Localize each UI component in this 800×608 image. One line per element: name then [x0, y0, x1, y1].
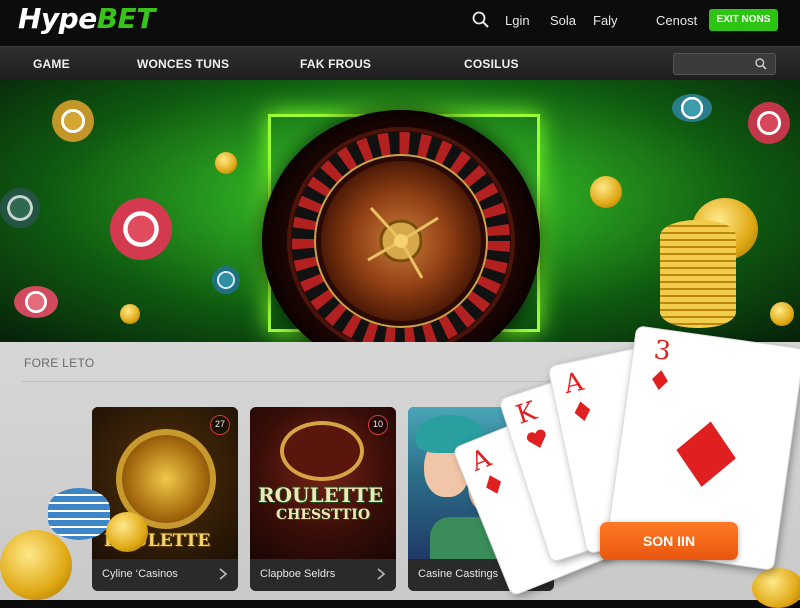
- coin-icon: [752, 568, 800, 608]
- chip-icon: [14, 286, 58, 318]
- sign-in-button[interactable]: SON IIN: [600, 522, 738, 560]
- chevron-right-icon[interactable]: [376, 568, 386, 580]
- chip-icon: [212, 266, 240, 294]
- tab-cosilus[interactable]: COSILUS: [464, 57, 519, 71]
- game-card-footer: Cyline ‘Casinos: [92, 559, 238, 591]
- exit-nons-button[interactable]: EXIT NONS: [709, 9, 778, 31]
- chip-icon: [0, 180, 48, 236]
- diamond-suit-icon: [486, 475, 501, 494]
- nav-link-faly[interactable]: Faly: [593, 13, 618, 28]
- coin-icon: [106, 512, 148, 552]
- chip-icon: [748, 102, 790, 144]
- category-nav: GAME WONCES TUNS FAK FROUS COSILUS: [0, 46, 800, 80]
- game-card-label: Cyline ‘Casinos: [102, 568, 178, 580]
- card-rank: K: [512, 396, 541, 431]
- diamond-suit-icon: [652, 370, 668, 390]
- coin-icon: [770, 302, 794, 326]
- section-title: FORE LETO: [24, 356, 95, 370]
- coin-icon: [590, 176, 622, 208]
- diamond-suit-icon: [574, 401, 591, 422]
- heart-suit-icon: [526, 429, 546, 448]
- hero-banner[interactable]: [0, 80, 800, 342]
- tab-game[interactable]: GAME: [33, 57, 70, 71]
- card-rank: A: [561, 366, 587, 401]
- game-card-label: Casine Castings: [418, 568, 499, 580]
- tab-wonces-tuns[interactable]: WONCES TUNS: [137, 57, 229, 71]
- chevron-right-icon[interactable]: [218, 568, 228, 580]
- game-badge: 27: [210, 415, 230, 435]
- chip-icon: [110, 198, 172, 260]
- card-rank: 3: [652, 335, 673, 368]
- game-card-title: ROULETTE: [258, 483, 384, 507]
- coin-icon: [215, 152, 237, 174]
- game-card-subtitle: CHESSTTIO: [276, 507, 371, 523]
- nav-link-contact[interactable]: Cenost: [656, 13, 697, 28]
- chip-icon: [52, 100, 94, 142]
- logo-text-green: BET: [96, 2, 156, 35]
- nav-link-login[interactable]: Lgin: [505, 13, 530, 28]
- card-rank: A: [466, 443, 496, 478]
- game-card[interactable]: ROULETTE CHESSTTIO 10 Clapboe Seldrs: [250, 407, 396, 591]
- logo-text-white: Hype: [18, 2, 97, 35]
- game-card[interactable]: ROULETTE 27 Cyline ‘Casinos: [92, 407, 238, 591]
- nav-link-sola[interactable]: Sola: [550, 13, 576, 28]
- coin-icon: [120, 304, 140, 324]
- search-icon[interactable]: [754, 57, 768, 71]
- game-card-label: Clapboe Seldrs: [260, 568, 336, 580]
- section-divider: [22, 381, 582, 382]
- subnav-search-input[interactable]: [674, 54, 754, 74]
- game-card-footer: Clapboe Seldrs: [250, 559, 396, 591]
- chip-stack-icon: [48, 488, 110, 540]
- game-badge: 10: [368, 415, 388, 435]
- tab-fak-frous[interactable]: FAK FROUS: [300, 57, 371, 71]
- coin-stack-icon: [660, 220, 736, 328]
- search-icon[interactable]: [471, 10, 491, 30]
- roulette-wheel: [262, 110, 540, 342]
- coin-icon: [0, 530, 72, 600]
- roulette-art-icon: [280, 421, 364, 481]
- hypebet-logo[interactable]: HypeBET: [18, 2, 155, 35]
- top-header: HypeBET Lgin Sola Faly Cenost EXIT NONS: [0, 0, 800, 46]
- subnav-search-box[interactable]: [673, 53, 776, 75]
- chip-icon: [672, 94, 712, 122]
- diamond-suit-icon: [676, 421, 736, 487]
